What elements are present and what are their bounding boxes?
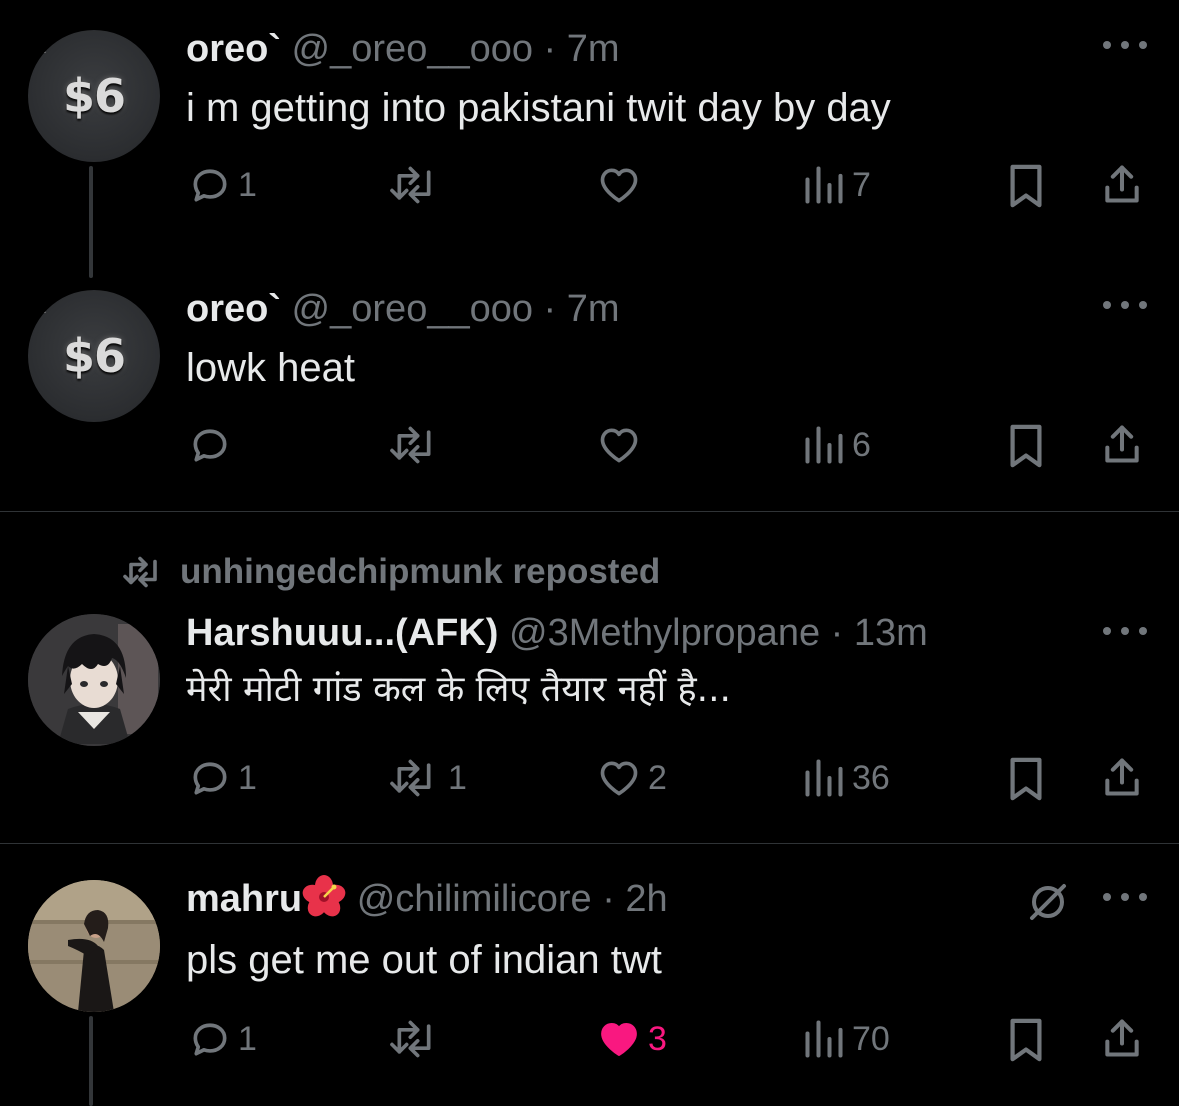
repost-count: 1 (448, 758, 467, 797)
like-button[interactable]: 3 (596, 1017, 667, 1061)
repost-arrows-icon (390, 166, 431, 204)
reply-bubble-icon (193, 429, 227, 462)
post-header: mahru @chilimilicore · 2h (186, 874, 668, 920)
views-button[interactable]: 70 (802, 1017, 890, 1061)
more-options-button[interactable] (1103, 40, 1147, 50)
repost-arrows-icon (390, 759, 431, 797)
more-dots-icon (1103, 893, 1111, 901)
bar-chart-icon (805, 426, 843, 464)
views-count: 36 (852, 758, 890, 797)
more-dots-icon (1103, 627, 1111, 635)
anime-avatar-image (28, 614, 160, 746)
bookmark-button[interactable] (1006, 1017, 1046, 1063)
reply-button[interactable] (188, 423, 238, 467)
repost-context-label: unhingedchipmunk reposted (180, 552, 661, 591)
post-header: oreo` @_oreo__ooo · 7m (186, 290, 620, 328)
more-dots-icon (1103, 41, 1111, 49)
like-button[interactable] (596, 163, 648, 207)
repost-arrows-icon (390, 426, 431, 464)
post-text: pls get me out of indian twt (186, 938, 662, 982)
reply-bubble-icon (193, 169, 227, 202)
thread-line (89, 166, 93, 278)
avatar[interactable]: ɴ $6 (28, 30, 160, 162)
divider (0, 843, 1179, 844)
repost-arrows-icon (390, 1020, 431, 1058)
avatar[interactable] (28, 880, 160, 1012)
more-options-button[interactable] (1103, 892, 1147, 902)
bar-chart-icon (805, 759, 843, 797)
handle-time[interactable]: @chilimilicore · 2h (346, 878, 668, 920)
like-button[interactable] (596, 423, 648, 467)
reply-button[interactable]: 1 (188, 163, 257, 207)
hibiscus-emoji (302, 874, 346, 917)
display-name[interactable]: mahru (186, 878, 302, 920)
reply-button[interactable]: 1 (188, 1017, 257, 1061)
heart-icon (600, 761, 638, 796)
like-count: 2 (648, 758, 667, 797)
share-button[interactable] (1100, 161, 1144, 207)
handle-time[interactable]: @3Methylpropane · 13m (498, 612, 928, 654)
share-button[interactable] (1100, 754, 1144, 800)
post-text: i m getting into pakistani twit day by d… (186, 86, 891, 130)
bookmark-icon (1010, 164, 1042, 208)
more-options-button[interactable] (1103, 300, 1147, 310)
profile-photo-image (28, 880, 160, 1012)
thread-line (89, 1016, 93, 1106)
display-name[interactable]: oreo` (186, 28, 281, 70)
views-count: 7 (852, 165, 871, 204)
divider (0, 511, 1179, 512)
reply-count: 1 (238, 758, 257, 797)
post-header: Harshuuu...(AFK) @3Methylpropane · 13m (186, 614, 928, 652)
like-button[interactable]: 2 (596, 756, 667, 800)
repost-button[interactable] (386, 163, 448, 207)
bookmark-icon (1010, 1018, 1042, 1062)
repost-context[interactable]: unhingedchipmunk reposted (120, 552, 660, 592)
post-header: oreo` @_oreo__ooo · 7m (186, 30, 620, 68)
repost-button[interactable] (386, 423, 448, 467)
reply-count: 1 (238, 165, 257, 204)
views-button[interactable]: 6 (802, 423, 871, 467)
bookmark-button[interactable] (1006, 163, 1046, 209)
avatar[interactable]: ɴ $6 (28, 290, 160, 422)
views-count: 70 (852, 1019, 890, 1058)
post-text: lowk heat (186, 346, 355, 390)
heart-icon (600, 168, 638, 203)
handle-time[interactable]: @_oreo__ooo · 7m (281, 28, 620, 70)
more-options-button[interactable] (1103, 626, 1147, 636)
share-button[interactable] (1100, 1015, 1144, 1061)
views-button[interactable]: 36 (802, 756, 890, 800)
bookmark-button[interactable] (1006, 756, 1046, 802)
reply-button[interactable]: 1 (188, 756, 257, 800)
bookmark-button[interactable] (1006, 423, 1046, 469)
display-name[interactable]: Harshuuu...(AFK) (186, 612, 498, 654)
avatar[interactable] (28, 614, 160, 746)
muted-icon[interactable] (1024, 878, 1072, 926)
handle-time[interactable]: @_oreo__ooo · 7m (281, 288, 620, 330)
heart-filled-icon (601, 1022, 637, 1056)
avatar-label: $6 (62, 69, 126, 123)
share-upload-icon (1105, 165, 1139, 203)
share-upload-icon (1105, 758, 1139, 796)
views-button[interactable]: 7 (802, 163, 871, 207)
repost-button[interactable]: 1 (386, 756, 467, 800)
heart-icon (600, 428, 638, 463)
repost-button[interactable] (386, 1017, 448, 1061)
bar-chart-icon (805, 166, 843, 204)
post-text: मेरी मोटी गांड कल के लिए तैयार नहीं है..… (186, 669, 731, 710)
reply-bubble-icon (193, 762, 227, 795)
share-button[interactable] (1100, 421, 1144, 467)
reply-bubble-icon (193, 1023, 227, 1056)
avatar-label: $6 (62, 329, 126, 383)
reply-count: 1 (238, 1019, 257, 1058)
display-name[interactable]: oreo` (186, 288, 281, 330)
share-upload-icon (1105, 425, 1139, 463)
more-dots-icon (1103, 301, 1111, 309)
bookmark-icon (1010, 757, 1042, 801)
bar-chart-icon (805, 1020, 843, 1058)
share-upload-icon (1105, 1019, 1139, 1057)
repost-arrows-icon (123, 556, 157, 588)
like-count: 3 (648, 1019, 667, 1058)
views-count: 6 (852, 425, 871, 464)
bookmark-icon (1010, 424, 1042, 468)
